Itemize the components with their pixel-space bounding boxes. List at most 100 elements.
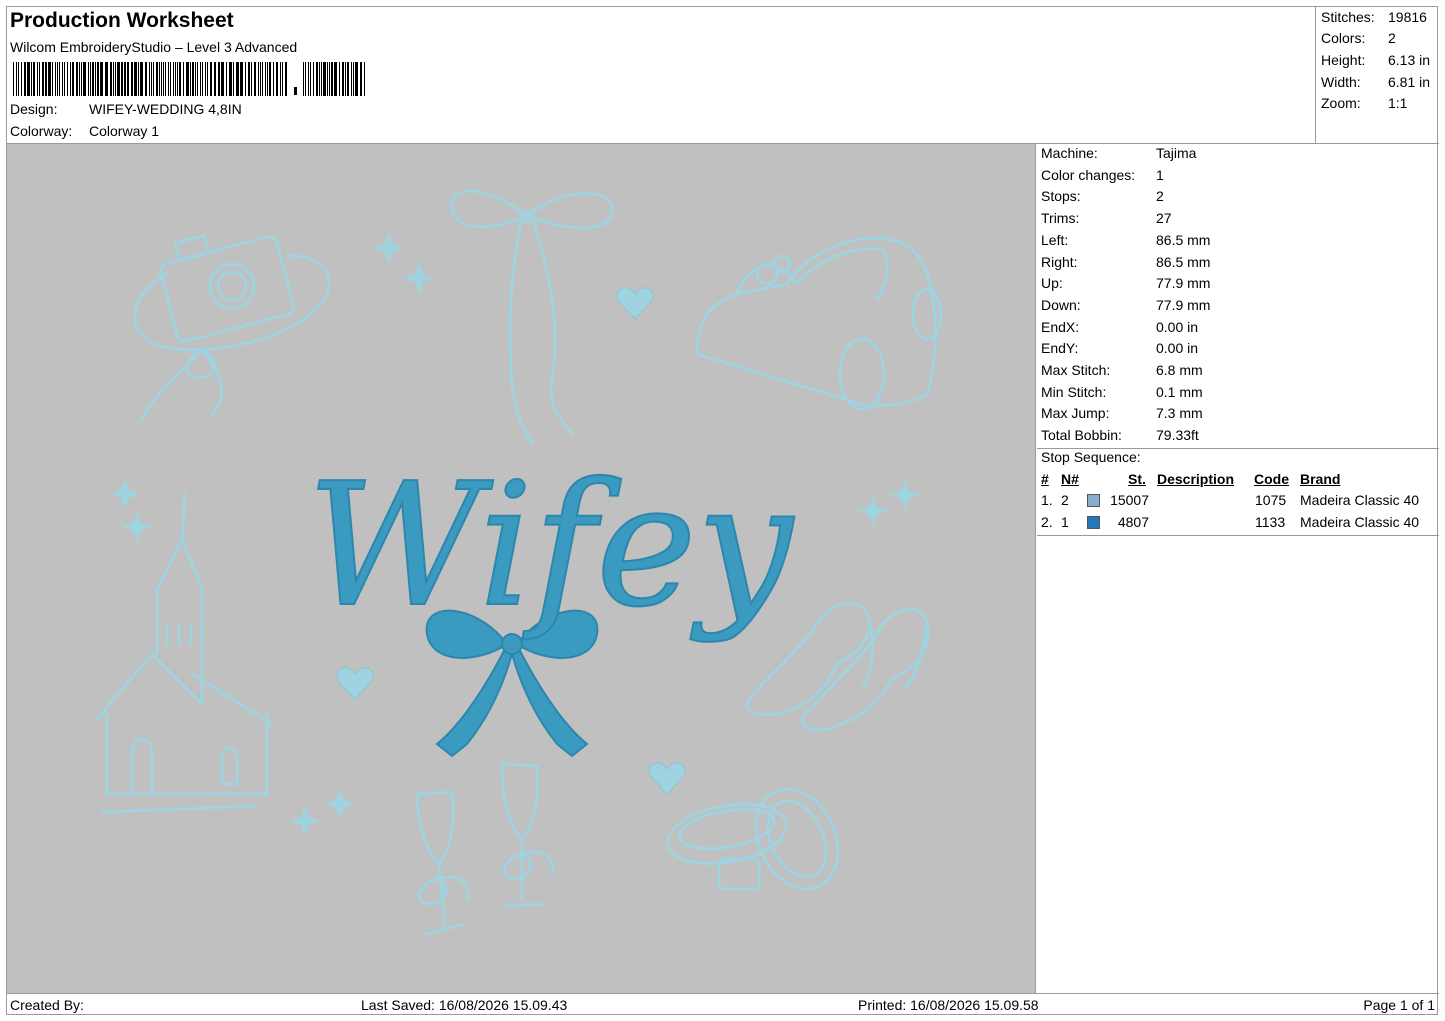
- stitches-value: 19816: [1388, 9, 1427, 25]
- stop-row-1-brand: Madeira Classic 40: [1300, 492, 1420, 508]
- col-header-code: Code: [1254, 471, 1289, 487]
- stop-sequence-title: Stop Sequence:: [1041, 449, 1141, 465]
- zoom-row: Zoom: 1:1: [1321, 95, 1407, 111]
- info-value: 6.8 mm: [1156, 362, 1203, 378]
- wedding-rings-icon: [666, 787, 840, 891]
- col-header-brand: Brand: [1300, 471, 1341, 487]
- camera-icon: [133, 233, 331, 421]
- info-label: Max Jump:: [1041, 405, 1110, 422]
- info-label: EndX:: [1041, 318, 1080, 335]
- col-header-description: Description: [1157, 471, 1235, 487]
- info-row: Max Stitch: 6.8 mm: [1041, 362, 1203, 378]
- design-row: Design: WIFEY-WEDDING 4,8IN: [10, 101, 242, 117]
- info-value: 0.00 in: [1156, 318, 1199, 335]
- height-value: 6.13 in: [1388, 52, 1431, 68]
- page-title: Production Worksheet: [10, 9, 234, 32]
- info-row: Right: 86.5 mm: [1041, 254, 1210, 270]
- embroidery-artwork: Wifey: [95, 189, 943, 936]
- info-row: Down: 77.9 mm: [1041, 297, 1210, 313]
- info-label: EndY:: [1041, 340, 1079, 357]
- stop-row-2-num: 2.: [1041, 514, 1053, 530]
- colors-label: Colors:: [1321, 30, 1366, 46]
- software-name: Wilcom EmbroideryStudio – Level 3 Advanc…: [10, 39, 298, 55]
- worksheet-header: Production Worksheet Wilcom EmbroiderySt…: [7, 7, 1315, 144]
- info-row: Color changes: 1: [1041, 167, 1164, 183]
- stop-row-2-code: 1133: [1255, 514, 1286, 530]
- info-label: Right:: [1041, 253, 1078, 270]
- design-value: WIFEY-WEDDING 4,8IN: [89, 101, 242, 117]
- worksheet-footer: Created By: Last Saved: 16/08/2026 15.09…: [7, 993, 1439, 1016]
- info-row: Up: 77.9 mm: [1041, 275, 1210, 291]
- info-value: 2: [1156, 188, 1164, 205]
- printed-date: Printed: 16/08/2026 15.09.58: [858, 997, 1039, 1013]
- stop-row-1-n: 2: [1061, 492, 1069, 508]
- stop-row-2-st: 4807: [1117, 514, 1149, 530]
- stop-row-2-n: 1: [1061, 514, 1069, 530]
- info-value: 86.5 mm: [1156, 253, 1211, 270]
- info-row: Min Stitch: 0.1 mm: [1041, 384, 1203, 400]
- info-value: Tajima: [1156, 145, 1197, 161]
- last-saved: Last Saved: 16/08/2026 15.09.43: [361, 997, 568, 1013]
- width-label: Width:: [1321, 74, 1361, 90]
- production-worksheet: Production Worksheet Wilcom EmbroiderySt…: [6, 6, 1439, 1016]
- vintage-car-icon: [695, 236, 943, 411]
- info-label: Max Stitch:: [1041, 362, 1111, 378]
- info-value: 77.9 mm: [1156, 275, 1211, 292]
- church-icon: [95, 492, 274, 814]
- stop-row-2-swatch: [1087, 516, 1100, 529]
- col-header-num: #: [1041, 471, 1049, 487]
- info-value: 0.1 mm: [1156, 383, 1203, 400]
- ribbon-bow-icon: [450, 189, 614, 446]
- info-row: Max Jump: 7.3 mm: [1041, 405, 1203, 421]
- info-row: EndX: 0.00 in: [1041, 319, 1198, 335]
- info-label: Stops:: [1041, 188, 1081, 205]
- stop-row-1-num: 1.: [1041, 492, 1053, 508]
- info-label: Trims:: [1041, 210, 1080, 227]
- created-by: Created By:: [10, 997, 84, 1013]
- info-value: 86.5 mm: [1156, 231, 1211, 248]
- col-header-n: N#: [1061, 471, 1079, 487]
- info-label: Left:: [1041, 231, 1069, 248]
- info-value: 79.33ft: [1156, 427, 1199, 444]
- colors-row: Colors: 2: [1321, 30, 1396, 46]
- info-label: Up:: [1041, 275, 1063, 292]
- info-value: 77.9 mm: [1156, 296, 1211, 313]
- stop-row-1-st: 15007: [1110, 492, 1149, 508]
- width-value: 6.81 in: [1388, 74, 1431, 90]
- stop-row-1-swatch: [1087, 494, 1100, 507]
- barcode: [13, 62, 365, 96]
- info-label: Color changes:: [1041, 166, 1136, 183]
- width-row: Width: 6.81 in: [1321, 74, 1430, 90]
- height-label: Height:: [1321, 52, 1366, 68]
- stop-row-1-code: 1075: [1255, 492, 1287, 508]
- colorway-value: Colorway 1: [89, 123, 160, 139]
- info-label: Min Stitch:: [1041, 383, 1107, 400]
- champagne-glasses-icon: [415, 762, 555, 936]
- zoom-label: Zoom:: [1321, 95, 1361, 111]
- colorway-label: Colorway:: [10, 123, 73, 139]
- info-row: Left: 86.5 mm: [1041, 232, 1210, 248]
- info-row: Trims: 27: [1041, 210, 1172, 226]
- divider: [1037, 535, 1439, 536]
- colorway-row: Colorway: Colorway 1: [10, 123, 159, 139]
- colors-value: 2: [1388, 30, 1396, 46]
- zoom-value: 1:1: [1388, 95, 1408, 111]
- machine-info-panel: Machine: Tajima Color changes: 1 Stops: 2 Trim…: [1037, 144, 1439, 993]
- info-row: Machine: Tajima: [1041, 145, 1196, 161]
- info-value: 27: [1156, 210, 1172, 227]
- page-number: Page 1 of 1: [1363, 997, 1435, 1013]
- info-label: Down:: [1041, 296, 1081, 313]
- info-label: Total Bobbin:: [1041, 427, 1122, 444]
- info-value: 1: [1156, 166, 1164, 183]
- info-row: Stops: 2: [1041, 188, 1164, 204]
- info-value: 0.00 in: [1156, 340, 1199, 357]
- stop-row-2-brand: Madeira Classic 40: [1300, 514, 1420, 530]
- info-row: Total Bobbin: 79.33ft: [1041, 427, 1199, 443]
- stitches-label: Stitches:: [1321, 9, 1375, 25]
- info-value: 7.3 mm: [1156, 405, 1203, 422]
- info-label: Machine:: [1041, 145, 1098, 161]
- info-row: EndY: 0.00 in: [1041, 340, 1198, 356]
- design-label: Design:: [10, 101, 58, 117]
- design-preview: Wifey: [7, 144, 1036, 993]
- stats-box: Stitches: 19816 Colors: 2 Height: 6.13 in W…: [1315, 7, 1439, 144]
